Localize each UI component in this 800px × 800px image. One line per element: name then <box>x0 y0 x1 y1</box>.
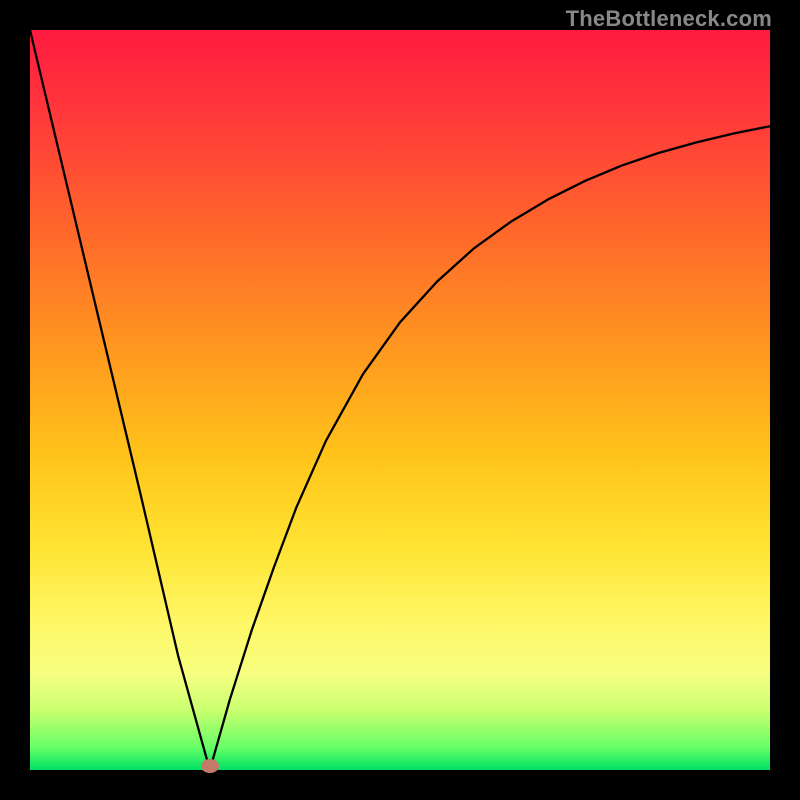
minimum-marker <box>201 759 219 773</box>
chart-frame: TheBottleneck.com <box>0 0 800 800</box>
bottleneck-curve <box>30 30 770 770</box>
curve-svg <box>30 30 770 770</box>
plot-area <box>30 30 770 770</box>
watermark-text: TheBottleneck.com <box>566 6 772 32</box>
